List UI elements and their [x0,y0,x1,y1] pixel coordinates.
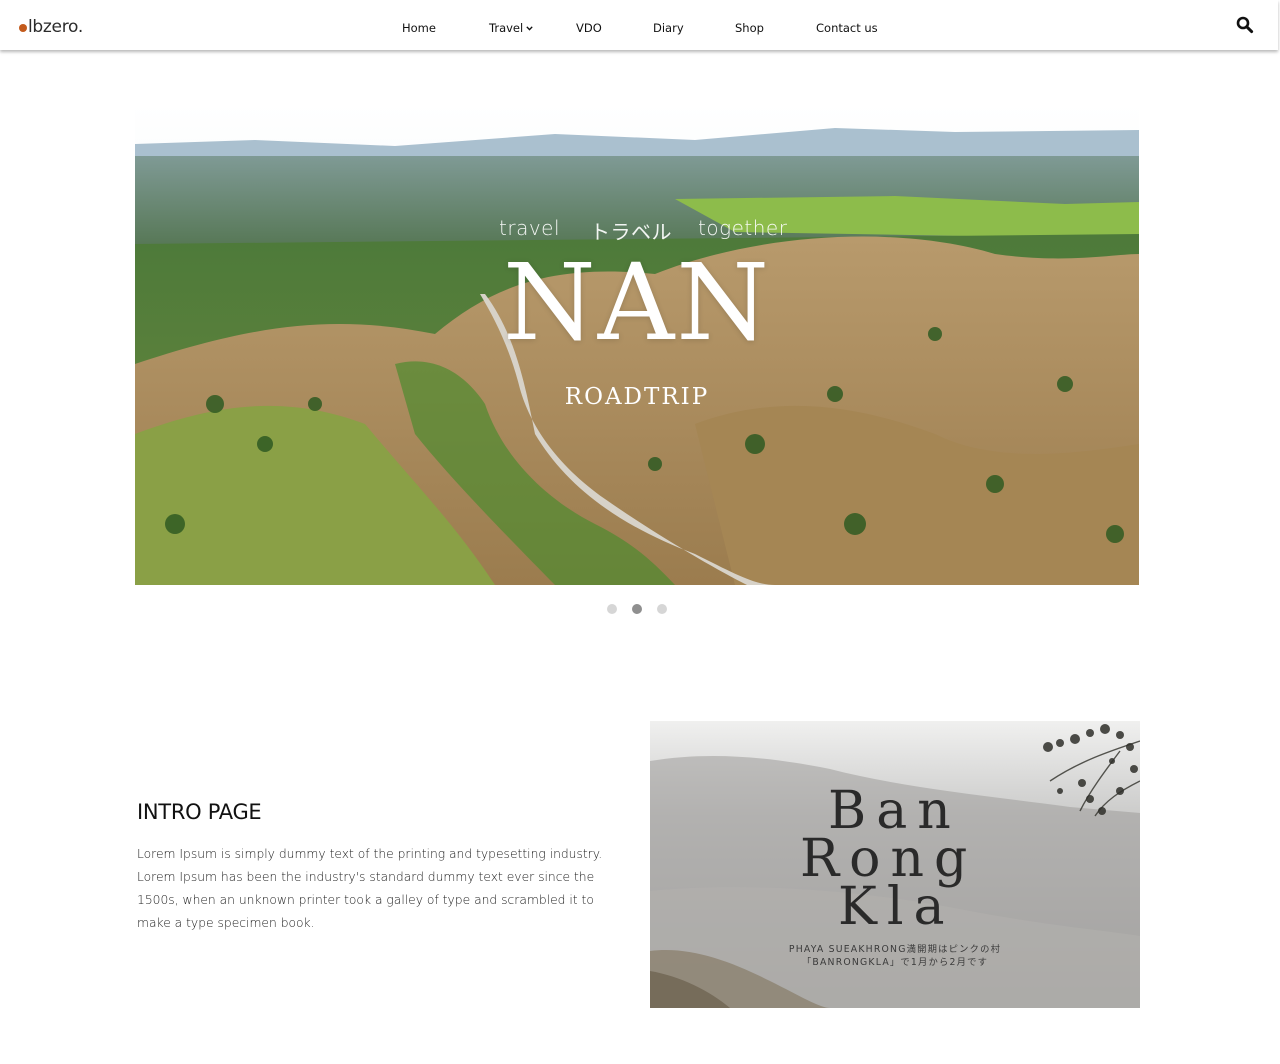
carousel-dot-1[interactable] [607,604,617,614]
carousel-dot-2[interactable] [632,604,642,614]
hero-tag-together: together [698,216,788,240]
card-subtitle-line-2: 「BANRONGKLA」で1月から2月です [801,957,989,968]
top-navbar: lbzero. Home Travel VDO Diary Shop Conta… [0,0,1278,50]
hero-title: NAN [502,241,772,364]
nav-travel[interactable]: Travel [489,21,533,35]
hero-slide[interactable]: travel トラベル together NAN ROADTRIP [135,104,1139,585]
card-title-line-2: Rong [800,829,978,889]
search-icon[interactable] [1236,16,1254,34]
card-title: Ban Rong Kla [800,781,978,937]
hero-tag-travel: travel [499,216,561,240]
nav-vdo[interactable]: VDO [576,21,602,35]
nav-home[interactable]: Home [402,21,436,35]
nav-travel-label: Travel [489,21,524,35]
nav-contact[interactable]: Contact us [816,21,878,35]
card-title-line-3: Kla [838,877,955,937]
brand-logo[interactable]: lbzero. [19,17,83,37]
card-subtitle-line-1: PHAYA SUEAKHRONG満開期はピンクの村 [788,944,1002,955]
card-subtitle: PHAYA SUEAKHRONG満開期はピンクの村 「BANRONGKLA」で1… [650,943,1140,969]
intro-title: INTRO PAGE [137,800,262,824]
hero-subtitle: ROADTRIP [564,384,710,410]
nav-shop[interactable]: Shop [735,21,764,35]
intro-body: Lorem Ipsum is simply dummy text of the … [137,847,603,930]
chevron-down-icon [526,26,533,31]
carousel-dot-3[interactable] [657,604,667,614]
ban-rong-kla-card[interactable]: Ban Rong Kla PHAYA SUEAKHRONG満開期はピンクの村 「… [650,721,1140,1008]
card-title-line-1: Ban [828,781,961,841]
nav-diary[interactable]: Diary [653,21,684,35]
hero-text-overlay: travel トラベル together NAN ROADTRIP [135,104,1139,585]
logo-text: lbzero. [28,17,83,37]
logo-dot [19,24,27,32]
